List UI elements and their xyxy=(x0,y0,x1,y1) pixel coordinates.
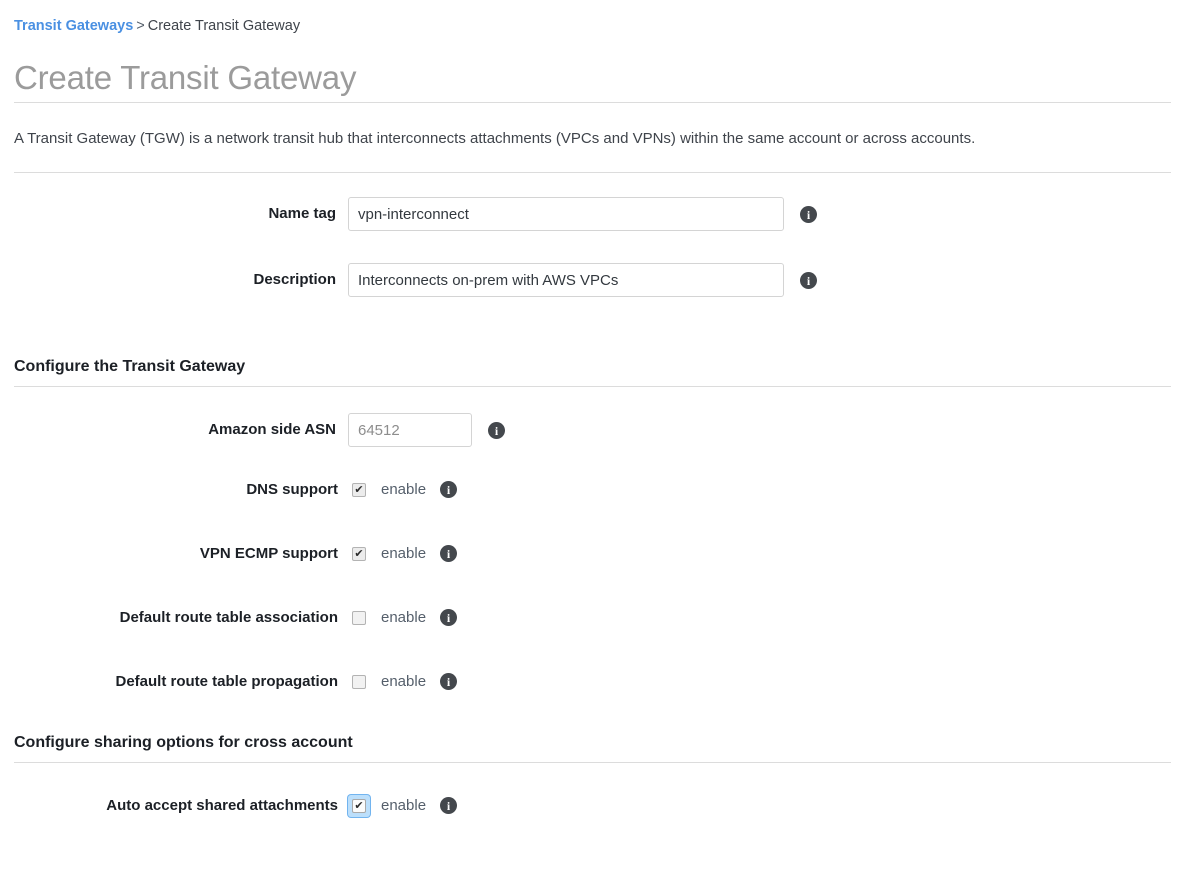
breadcrumb-separator: > xyxy=(136,18,145,34)
breadcrumb-current-page: Create Transit Gateway xyxy=(147,18,301,34)
description-input[interactable] xyxy=(348,263,784,297)
page-title: Create Transit Gateway xyxy=(14,59,357,96)
option-label: Auto accept shared attachments xyxy=(106,797,338,814)
checkbox-wrapper: ✔ xyxy=(348,479,370,501)
identification-form: Name tag i Description i xyxy=(14,173,1171,297)
checkbox-unchecked[interactable] xyxy=(352,675,366,689)
checkbox-wrapper xyxy=(348,671,370,693)
sharing-options-list: Auto accept shared attachments ✔ enable i xyxy=(14,795,1171,817)
checkbox-wrapper: ✔ xyxy=(348,795,370,817)
checkbox-wrapper: ✔ xyxy=(348,543,370,565)
info-icon[interactable]: i xyxy=(800,206,817,223)
option-label: Default route table association xyxy=(119,609,338,626)
enable-label: enable xyxy=(381,673,427,690)
option-row: VPN ECMP support ✔ enable i xyxy=(14,543,1171,565)
field-spacer xyxy=(14,231,1171,263)
description-row: Description i xyxy=(14,263,1171,297)
enable-label: enable xyxy=(381,545,427,562)
asn-label: Amazon side ASN xyxy=(208,421,336,438)
info-icon[interactable]: i xyxy=(440,481,458,498)
option-label: VPN ECMP support xyxy=(199,545,338,562)
checkbox-checked[interactable]: ✔ xyxy=(352,799,366,813)
name-tag-label: Name tag xyxy=(268,205,336,222)
checkmark-icon: ✔ xyxy=(354,799,364,812)
checkbox-unchecked[interactable] xyxy=(352,611,366,625)
option-row: Auto accept shared attachments ✔ enable i xyxy=(14,795,1171,817)
info-icon[interactable]: i xyxy=(488,422,505,439)
asn-input[interactable] xyxy=(348,413,472,447)
info-icon[interactable]: i xyxy=(440,609,458,626)
section-heading-configure-tgw: Configure the Transit Gateway xyxy=(14,358,246,375)
option-row: DNS support ✔ enable i xyxy=(14,479,1171,501)
page-description: A Transit Gateway (TGW) is a network tra… xyxy=(14,130,976,147)
enable-label: enable xyxy=(381,481,427,498)
description-label: Description xyxy=(253,271,336,288)
name-tag-row: Name tag i xyxy=(14,197,1171,231)
checkmark-icon: ✔ xyxy=(354,547,364,560)
option-row: Default route table propagation enable i xyxy=(14,671,1171,693)
option-label: DNS support xyxy=(246,481,338,498)
enable-label: enable xyxy=(381,797,427,814)
transit-gateway-options-list: DNS support ✔ enable i VPN ECMP support ✔ enab… xyxy=(14,479,1171,693)
breadcrumb-link-transit-gateways[interactable]: Transit Gateways xyxy=(14,18,133,34)
checkbox-wrapper xyxy=(348,607,370,629)
checkmark-icon: ✔ xyxy=(354,483,364,496)
info-icon[interactable]: i xyxy=(440,673,458,690)
enable-label: enable xyxy=(381,609,427,626)
section-heading-sharing: Configure sharing options for cross acco… xyxy=(14,734,353,751)
checkbox-checked[interactable]: ✔ xyxy=(352,547,366,561)
name-tag-input[interactable] xyxy=(348,197,784,231)
info-icon[interactable]: i xyxy=(800,272,817,289)
option-row: Default route table association enable i xyxy=(14,607,1171,629)
asn-row: Amazon side ASN i xyxy=(14,413,1171,447)
info-icon[interactable]: i xyxy=(440,797,458,814)
breadcrumb: Transit Gateways > Create Transit Gateway xyxy=(14,0,1171,35)
option-label: Default route table propagation xyxy=(115,673,338,690)
checkbox-checked[interactable]: ✔ xyxy=(352,483,366,497)
info-icon[interactable]: i xyxy=(440,545,458,562)
create-transit-gateway-page: Transit Gateways > Create Transit Gateway … xyxy=(0,0,1185,817)
